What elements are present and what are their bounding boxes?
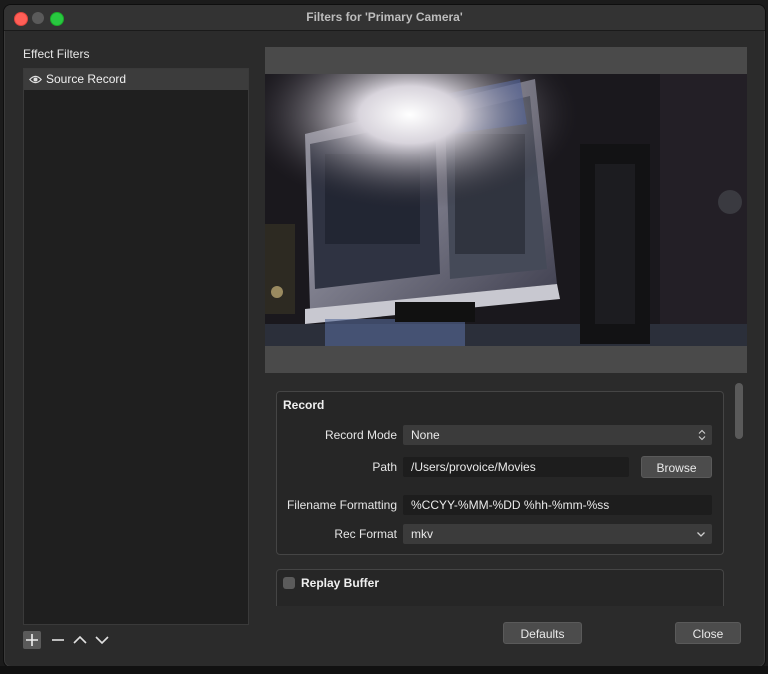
filters-window: Filters for 'Primary Camera' Effect Filt… xyxy=(3,4,766,668)
remove-filter-button[interactable] xyxy=(49,631,67,649)
defaults-button[interactable]: Defaults xyxy=(503,622,582,644)
path-input[interactable]: /Users/provoice/Movies xyxy=(403,457,629,477)
chevron-down-icon xyxy=(696,528,706,540)
plus-icon xyxy=(23,631,41,649)
move-filter-down-button[interactable] xyxy=(93,631,111,649)
filename-formatting-input[interactable]: %CCYY-%MM-%DD %hh-%mm-%ss xyxy=(403,495,712,515)
background-strip xyxy=(0,666,768,674)
path-label: Path xyxy=(372,460,397,474)
chevron-down-icon xyxy=(93,631,111,649)
rec-format-label: Rec Format xyxy=(334,527,397,541)
camera-preview-image xyxy=(265,74,747,346)
rec-format-value: mkv xyxy=(411,527,433,541)
browse-button[interactable]: Browse xyxy=(641,456,712,478)
record-properties-group: Record Record Mode None Path /Users/prov… xyxy=(276,391,724,555)
replay-buffer-label[interactable]: Replay Buffer xyxy=(301,576,379,590)
record-group-title: Record xyxy=(283,398,324,412)
replay-buffer-checkbox[interactable] xyxy=(283,577,295,589)
record-mode-select[interactable]: None xyxy=(403,425,712,445)
properties-scrollbar[interactable] xyxy=(735,383,743,439)
title-bar[interactable]: Filters for 'Primary Camera' xyxy=(4,5,765,31)
source-preview xyxy=(265,47,747,373)
filter-item-source-record[interactable]: Source Record xyxy=(24,69,248,90)
replay-buffer-group: Replay Buffer xyxy=(276,569,724,606)
rec-format-select[interactable]: mkv xyxy=(403,524,712,544)
record-mode-label: Record Mode xyxy=(325,428,397,442)
chevron-up-icon xyxy=(71,631,89,649)
move-filter-up-button[interactable] xyxy=(71,631,89,649)
close-button[interactable]: Close xyxy=(675,622,741,644)
eye-icon[interactable] xyxy=(29,74,42,85)
window-title: Filters for 'Primary Camera' xyxy=(4,10,765,24)
add-filter-button[interactable] xyxy=(23,631,41,649)
filter-item-label: Source Record xyxy=(46,72,126,86)
minus-icon xyxy=(49,631,67,649)
up-down-stepper-icon xyxy=(698,429,706,441)
effect-filters-heading: Effect Filters xyxy=(23,47,89,61)
record-mode-value: None xyxy=(411,428,440,442)
effect-filters-list[interactable]: Source Record xyxy=(23,68,249,625)
filename-formatting-label: Filename Formatting xyxy=(287,498,397,512)
